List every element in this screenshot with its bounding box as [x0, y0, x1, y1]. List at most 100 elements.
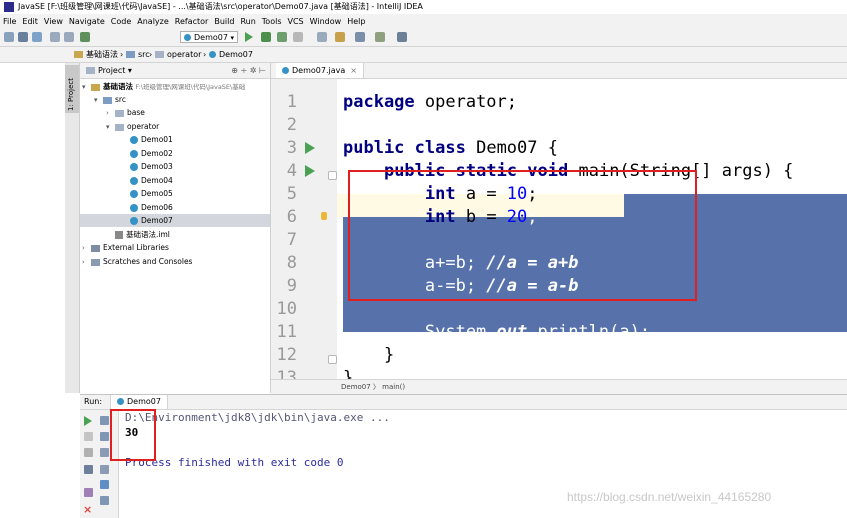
tree-item-label: 基础语法 — [103, 82, 133, 91]
menu-help[interactable]: Help — [344, 14, 368, 29]
fold-icon[interactable] — [328, 355, 337, 364]
tree-item-label: External Libraries — [103, 243, 169, 252]
scroll-up-icon[interactable] — [100, 416, 109, 425]
annotation-highlight-box — [110, 409, 156, 461]
dump-threads-icon[interactable] — [84, 465, 93, 474]
editor-breadcrumb-path[interactable]: Demo07 〉 main() — [341, 380, 405, 394]
menu-view[interactable]: View — [41, 14, 66, 29]
editor-gutter: 1 2 3 4 5 6 7 8 9 10 11 12 13 — [271, 79, 337, 388]
tree-item-base[interactable]: › base — [106, 106, 145, 119]
tree-item-demo01[interactable]: Demo01 — [130, 133, 173, 146]
watermark-text: https://blog.csdn.net/weixin_44165280 — [567, 490, 772, 504]
run-config-label: Demo07 — [194, 33, 228, 42]
search-everywhere-icon[interactable] — [397, 32, 407, 42]
menu-navigate[interactable]: Navigate — [66, 14, 108, 29]
fold-icon[interactable] — [328, 171, 337, 180]
close-icon[interactable]: × — [350, 66, 357, 75]
tree-item-label: Demo01 — [141, 135, 173, 144]
expand-arrow-icon[interactable]: ▾ — [82, 81, 91, 94]
project-structure-icon[interactable] — [355, 32, 365, 42]
tree-item-scratches[interactable]: › Scratches and Consoles — [82, 255, 192, 268]
hide-icon[interactable]: ⊢ — [259, 66, 266, 75]
settings-icon[interactable] — [100, 480, 109, 489]
clear-all-icon[interactable] — [100, 496, 109, 505]
tree-item-demo04[interactable]: Demo04 — [130, 174, 173, 187]
coverage-icon[interactable] — [277, 32, 287, 42]
project-panel-tools: ⊕ ÷ ✲ ⊢ — [231, 63, 266, 78]
soft-wrap-icon[interactable] — [100, 448, 109, 457]
tree-item-label: Demo07 — [141, 216, 173, 225]
breadcrumb-src[interactable]: src — [126, 47, 150, 62]
run-class-gutter-icon[interactable] — [305, 142, 315, 154]
menu-edit[interactable]: Edit — [19, 14, 41, 29]
class-icon — [130, 177, 138, 185]
breadcrumb-project[interactable]: 基础语法 — [74, 47, 118, 62]
stop-icon[interactable] — [293, 32, 303, 42]
collapse-arrow-icon[interactable]: › — [106, 107, 115, 120]
menu-refactor[interactable]: Refactor — [172, 14, 212, 29]
menu-tools[interactable]: Tools — [259, 14, 285, 29]
back-icon[interactable] — [50, 32, 60, 42]
ant-build-icon[interactable] — [317, 32, 327, 42]
run-tab-demo07[interactable]: Demo07 — [110, 395, 168, 409]
tree-item-demo06[interactable]: Demo06 — [130, 201, 173, 214]
menu-code[interactable]: Code — [108, 14, 134, 29]
save-icon[interactable] — [18, 32, 28, 42]
tree-item-demo07[interactable]: Demo07 — [80, 214, 270, 227]
breadcrumb-demo07[interactable]: Demo07 — [209, 47, 253, 62]
lightbulb-icon[interactable] — [321, 212, 327, 220]
rerun-icon[interactable] — [84, 416, 92, 426]
scroll-down-icon[interactable] — [100, 432, 109, 441]
run-main-gutter-icon[interactable] — [305, 165, 315, 177]
package-icon — [115, 109, 124, 117]
stop-icon[interactable] — [84, 432, 93, 441]
pin-icon[interactable] — [84, 488, 93, 497]
editor-tab-demo07[interactable]: Demo07.java × — [276, 63, 364, 78]
menu-vcs[interactable]: VCS — [285, 14, 307, 29]
breadcrumb-src-label: src — [138, 50, 150, 59]
tree-item-demo03[interactable]: Demo03 — [130, 160, 173, 173]
project-view-selector[interactable]: Project ▾ — [86, 63, 132, 78]
library-icon — [91, 244, 100, 252]
tree-item-iml[interactable]: 基础语法.iml — [106, 228, 170, 241]
tree-item-path: F:\班级管理\网课班\代码\JavaSE\基础 — [135, 83, 246, 91]
tree-item-project-root[interactable]: ▾ 基础语法 F:\班级管理\网课班\代码\JavaSE\基础 — [82, 80, 245, 93]
breadcrumb-operator[interactable]: operator — [155, 47, 201, 62]
locate-icon[interactable]: ⊕ — [231, 66, 238, 75]
open-icon[interactable] — [4, 32, 14, 42]
build-icon[interactable] — [80, 32, 90, 42]
collapse-all-icon[interactable]: ÷ — [241, 66, 248, 75]
close-icon[interactable]: × — [83, 503, 92, 516]
menu-file[interactable]: File — [0, 14, 19, 29]
run-panel-header: Run: Demo07 — [80, 395, 847, 410]
line-number: 2 — [286, 115, 297, 135]
breadcrumb-project-label: 基础语法 — [86, 50, 118, 59]
vcs-icon[interactable] — [375, 32, 385, 42]
print-icon[interactable] — [100, 465, 109, 474]
debug-icon[interactable] — [261, 32, 271, 42]
collapse-arrow-icon[interactable]: › — [82, 256, 91, 269]
tree-item-label: 基础语法.iml — [126, 230, 170, 239]
menu-build[interactable]: Build — [211, 14, 237, 29]
expand-arrow-icon[interactable]: ▾ — [94, 94, 103, 107]
pause-icon[interactable] — [84, 448, 93, 457]
tree-item-demo02[interactable]: Demo02 — [130, 147, 173, 160]
sdk-icon[interactable] — [335, 32, 345, 42]
collapse-arrow-icon[interactable]: › — [82, 242, 91, 255]
project-tool-window-tab[interactable]: 1: Project — [65, 65, 79, 113]
gear-icon[interactable]: ✲ — [250, 66, 257, 75]
tree-item-demo05[interactable]: Demo05 — [130, 187, 173, 200]
run-icon[interactable] — [245, 32, 253, 42]
menu-window[interactable]: Window — [307, 14, 345, 29]
forward-icon[interactable] — [64, 32, 74, 42]
console-exit-message: Process finished with exit code 0 — [125, 456, 344, 469]
menu-analyze[interactable]: Analyze — [134, 14, 172, 29]
tree-item-operator[interactable]: ▾ operator — [106, 120, 159, 133]
tree-item-src[interactable]: ▾ src — [94, 93, 126, 106]
run-configuration-select[interactable]: Demo07 ▾ — [180, 31, 238, 43]
menu-run[interactable]: Run — [237, 14, 258, 29]
sync-icon[interactable] — [32, 32, 42, 42]
tree-item-external-libraries[interactable]: › External Libraries — [82, 241, 169, 254]
line-number: 3 — [286, 138, 297, 158]
expand-arrow-icon[interactable]: ▾ — [106, 121, 115, 134]
